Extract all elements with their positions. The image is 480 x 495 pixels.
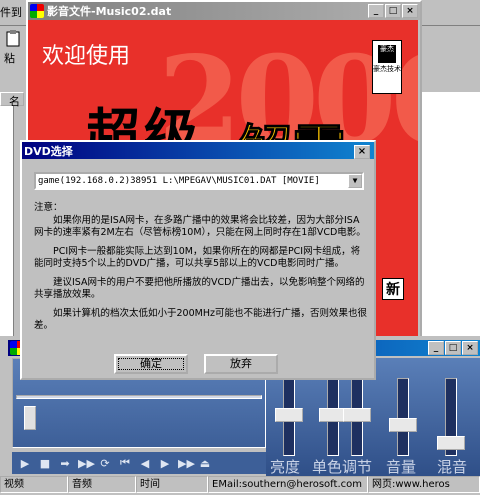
chevron-down-icon[interactable]: ▼ — [348, 174, 362, 188]
transport-bar: ▶ ■ ➡ ▶▶ ⟳ ⏮ ◀ ▶ ▶▶ ⏏ — [12, 452, 266, 474]
mix-knob[interactable] — [437, 436, 465, 450]
seal-mark: 豪杰 — [378, 45, 396, 63]
combo-value: game(192.168.0.2)38951 L:\MPEGAV\MUSIC01… — [38, 176, 320, 186]
status-email: EMail:southern@herosoft.com — [208, 476, 368, 493]
note-paragraph-3: 建议ISA网卡的用户不要把他所播放的VCD广播出去，以免影响整个网络的共享播放效… — [34, 276, 365, 301]
dialog-notes: 注意： 如果你用的是ISA网卡，在多路广播中的效果将会比较差，因为大部分ISA网… — [34, 202, 368, 339]
status-video: 视频 — [0, 476, 68, 493]
close-button[interactable]: × — [402, 4, 418, 18]
rewind-icon[interactable]: ◀ — [138, 457, 152, 470]
seek-thumb[interactable] — [24, 406, 36, 430]
status-bar: 视频 音频 时间 EMail:southern@herosoft.com 网页:… — [0, 476, 480, 495]
status-web: 网页:www.heros — [368, 476, 480, 493]
media-window-title: 影音文件-Music02.dat — [47, 5, 172, 18]
play-icon[interactable]: ▶ — [18, 457, 32, 470]
brightness-knob[interactable] — [275, 408, 303, 422]
stop-icon[interactable]: ■ — [38, 457, 52, 470]
maximize-button[interactable]: □ — [385, 4, 401, 18]
ok-button[interactable]: 确定 — [114, 354, 188, 374]
splash-welcome: 欢迎使用 — [42, 44, 131, 69]
color-label: 单色调节 — [312, 458, 373, 476]
splash-seal: 豪杰 豪杰技术 — [372, 40, 402, 94]
splash-new-badge: 新 — [382, 278, 404, 300]
media-window-titlebar[interactable]: 影音文件-Music02.dat _ □ × — [28, 2, 420, 20]
status-audio: 音频 — [68, 476, 136, 493]
fast-forward-icon[interactable]: ▶▶ — [78, 457, 95, 470]
note-paragraph-4: 如果计算机的档次太低如小于200MHz可能也不能进行广播，否则效果也很差。 — [34, 307, 367, 332]
source-combobox[interactable]: game(192.168.0.2)38951 L:\MPEGAV\MUSIC01… — [34, 172, 364, 190]
note-paragraph-2: PCI网卡一般都能实际上达到10M，如果你所在的网都是PCI网卡组成，将能同时支… — [34, 245, 361, 270]
player-close-button[interactable]: × — [462, 341, 478, 355]
note-label: 注意： — [34, 202, 63, 213]
background-menu-fragment: 件到 — [0, 6, 22, 19]
dialog-titlebar[interactable]: DVD选择 — [22, 142, 374, 159]
previous-icon[interactable]: ⏮ — [118, 456, 132, 470]
next-frame-icon[interactable]: ▶ — [158, 457, 172, 470]
volume-knob[interactable] — [389, 418, 417, 432]
background-list-header[interactable]: 名 — [0, 92, 24, 108]
mix-label: 混音 — [437, 458, 468, 476]
next-track-icon[interactable]: ▶▶ — [178, 457, 195, 470]
note-paragraph-1: 如果你用的是ISA网卡，在多路广播中的效果将会比较差，因为大部分ISA网卡的速率… — [34, 214, 366, 239]
volume-label: 音量 — [386, 458, 417, 476]
eject-icon[interactable]: ⏏ — [198, 457, 212, 470]
background-toolbar-fragment: 粘 — [4, 52, 15, 65]
color-knob-2[interactable] — [343, 408, 371, 422]
dialog-title: DVD选择 — [24, 144, 73, 158]
paste-icon[interactable] — [2, 30, 24, 48]
dialog-close-button[interactable]: × — [354, 145, 370, 159]
brightness-label: 亮度 — [270, 458, 301, 476]
player-minimize-button[interactable]: _ — [428, 341, 444, 355]
minimize-button[interactable]: _ — [368, 4, 384, 18]
app-icon — [30, 4, 44, 18]
volume-slider[interactable] — [397, 378, 409, 456]
status-time: 时间 — [136, 476, 208, 493]
background-right-pane — [422, 92, 480, 342]
repeat-icon[interactable]: ⟳ — [98, 457, 112, 470]
step-icon[interactable]: ➡ — [58, 457, 72, 470]
cancel-button[interactable]: 放弃 — [204, 354, 278, 374]
seek-track[interactable] — [16, 395, 262, 399]
dvd-select-dialog: DVD选择 × game(192.168.0.2)38951 L:\MPEGAV… — [20, 140, 376, 380]
player-maximize-button[interactable]: □ — [445, 341, 461, 355]
background-tree-pane — [0, 106, 14, 346]
seal-text: 豪杰技术 — [373, 65, 401, 73]
